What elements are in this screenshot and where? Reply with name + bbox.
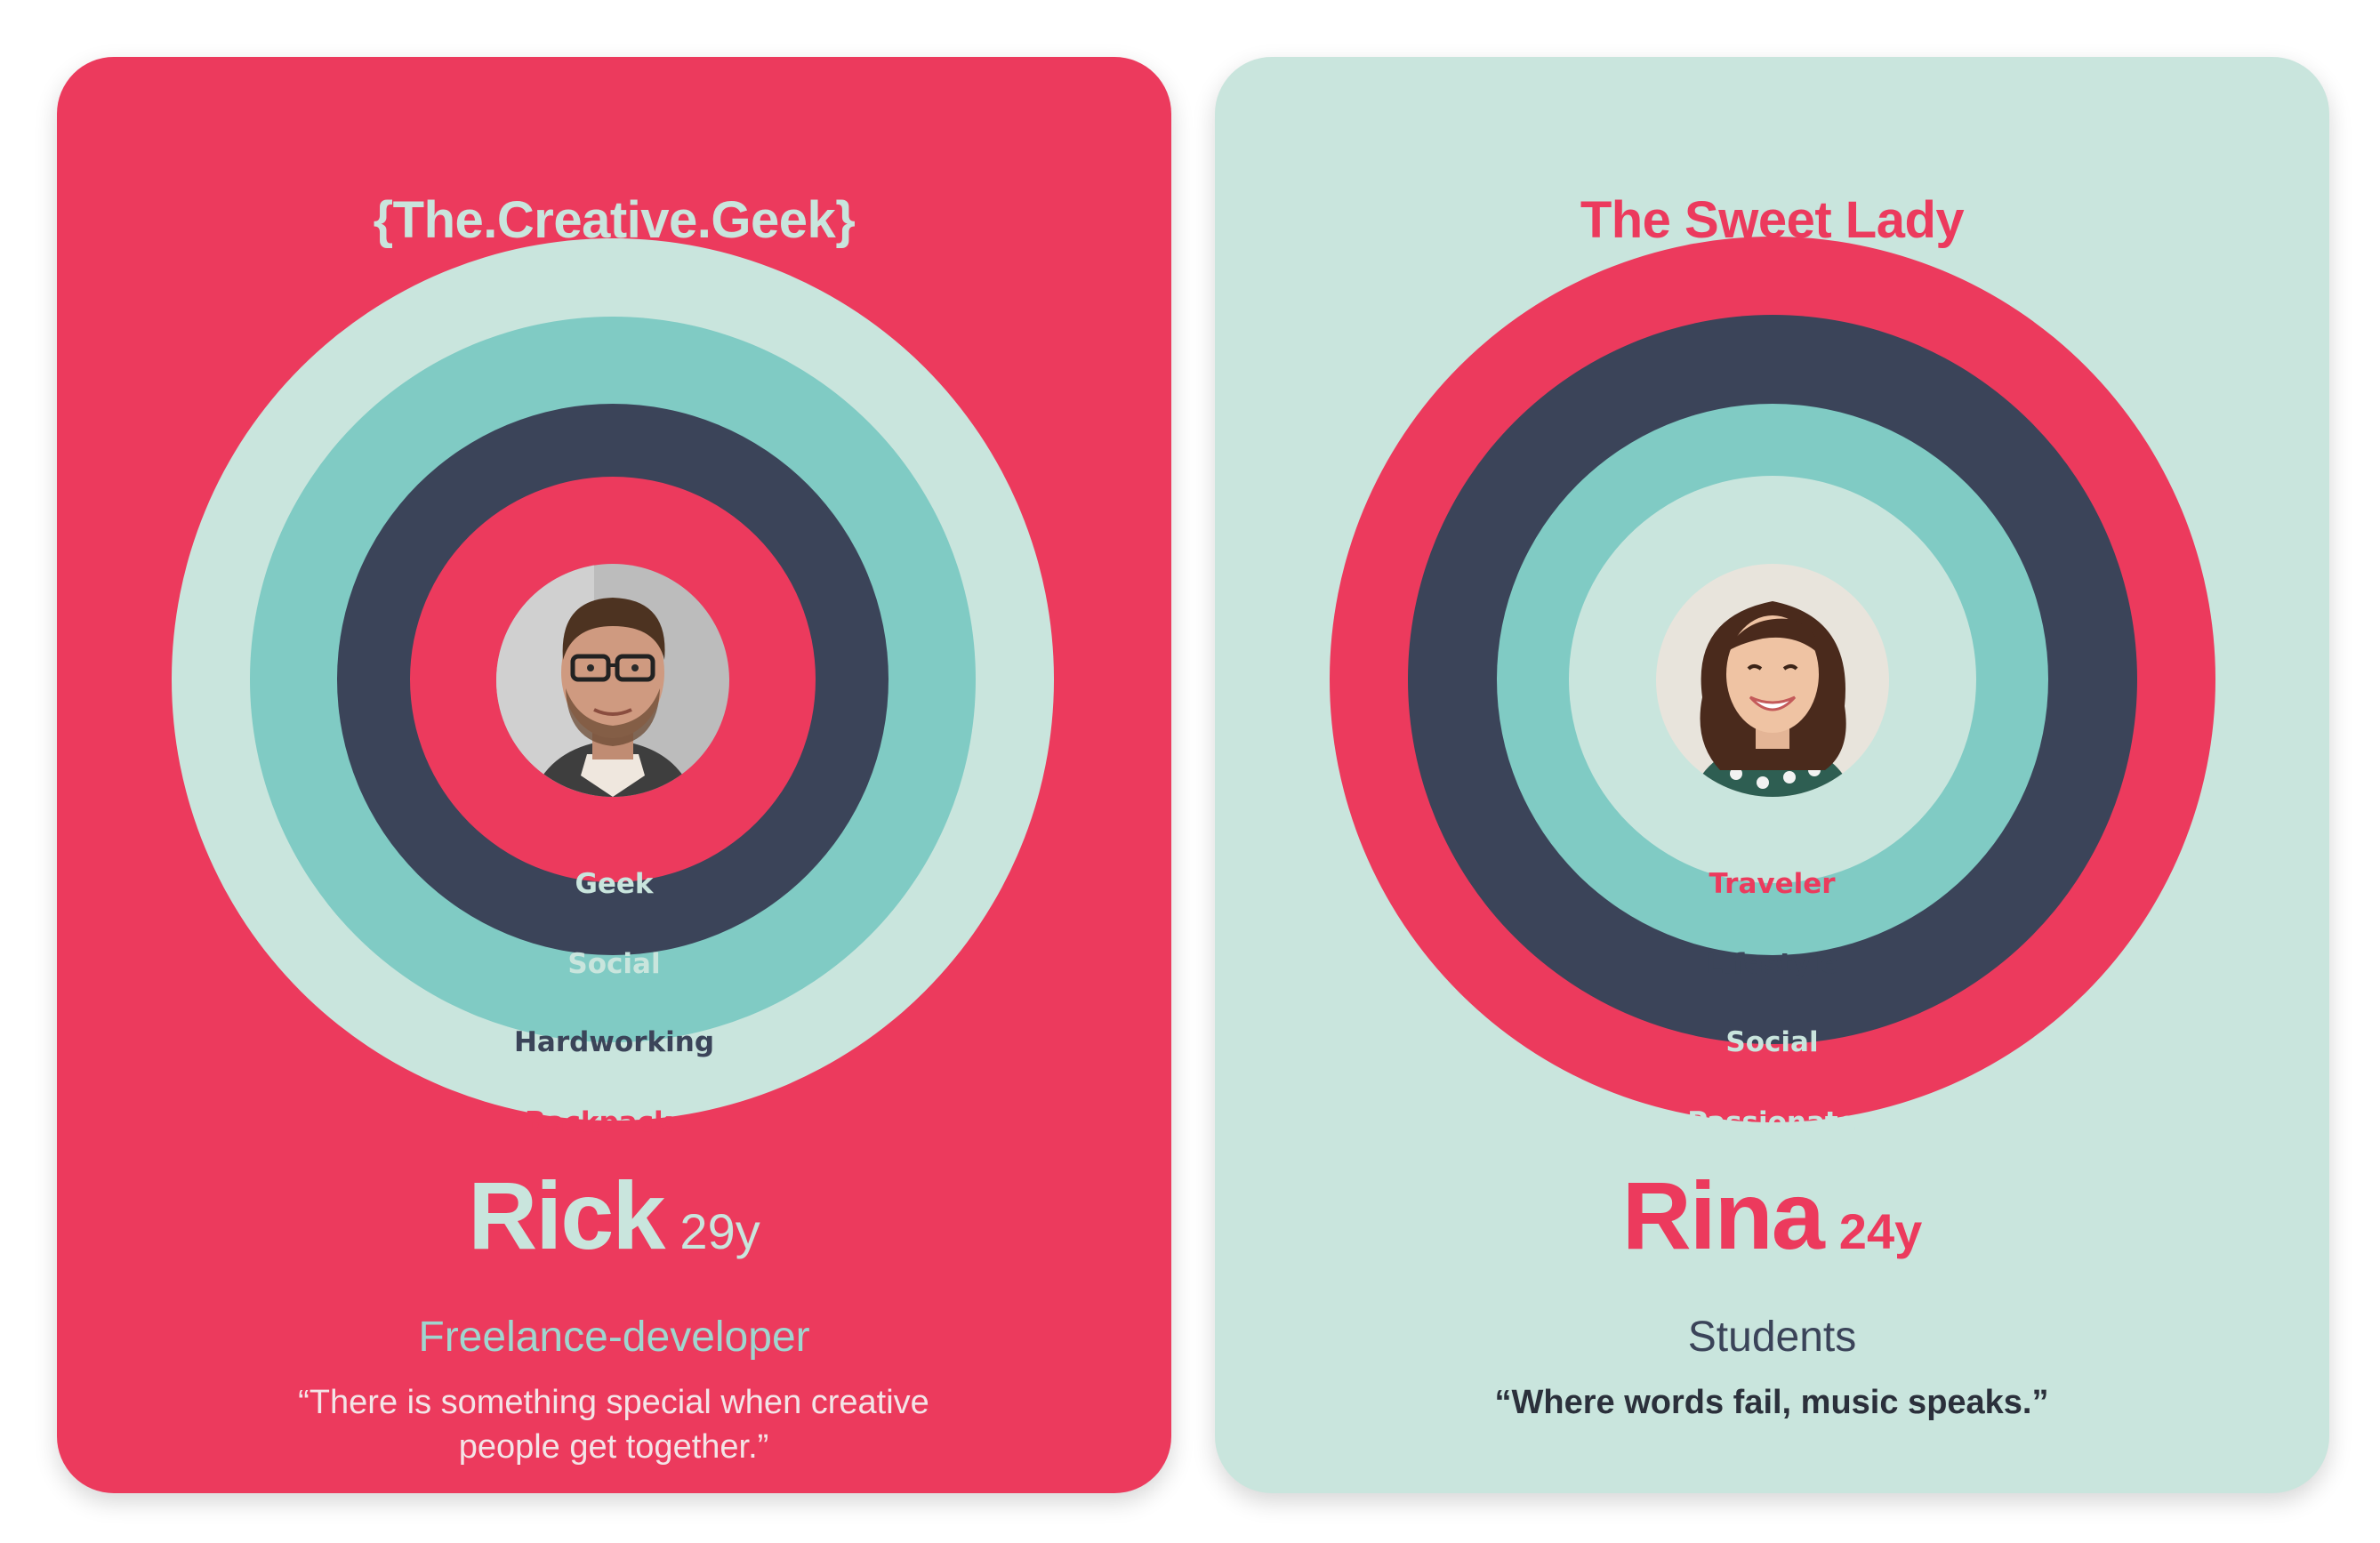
ring-label-backpacker: Backpacker (524, 1106, 704, 1138)
ring-label-lifestyle: Lifestyle (1705, 948, 1839, 980)
ring-label-social: Social (567, 948, 661, 980)
occupation: Students (1687, 1314, 1857, 1361)
ring-label-passionate: Passionate (1687, 1106, 1857, 1138)
person-age: 29y (679, 1203, 760, 1259)
name-line: Rick 29y (57, 1160, 1171, 1271)
ring-label-hardworking: Hardworking (513, 1026, 715, 1058)
person-name: Rina (1621, 1161, 1825, 1269)
ring-label-geek: Geek (575, 868, 654, 900)
man-with-glasses-avatar-icon (496, 564, 729, 797)
quote: “Where words fail, music speaks.” (1494, 1384, 2049, 1421)
ring-label-traveler: Traveler (1709, 868, 1836, 900)
persona-card-rina: The Sweet Lady Traveler Lifestyle Social… (1215, 57, 2329, 1493)
ring-label-social: Social (1725, 1026, 1819, 1058)
quote: “There is something special when creativ… (298, 1384, 929, 1466)
person-age: 24y (1838, 1203, 1923, 1259)
occupation: Freelance-developer (418, 1314, 810, 1361)
persona-card-rick: {The.Creative.Geek} Geek Social Hardwork… (57, 57, 1171, 1493)
curly-haired-woman-avatar-icon (1656, 564, 1889, 797)
name-line: Rina 24y (1215, 1160, 2329, 1271)
person-name: Rick (468, 1161, 665, 1269)
